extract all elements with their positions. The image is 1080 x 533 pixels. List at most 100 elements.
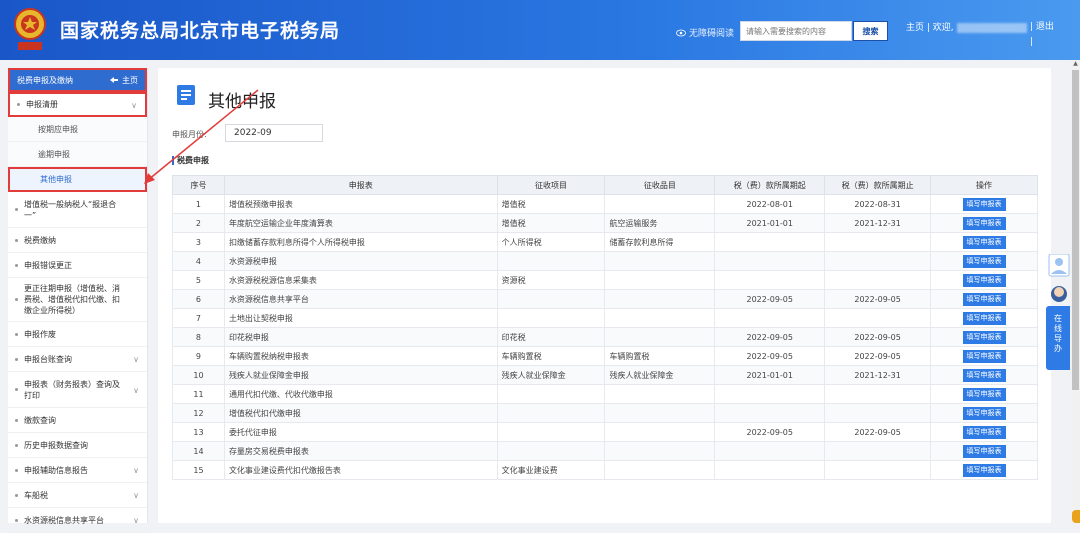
row-action-cell: 填写申报表 bbox=[930, 403, 1038, 423]
corner-badge bbox=[1072, 510, 1080, 523]
row-levy-item: 资源税 bbox=[496, 270, 606, 290]
tax-emblem-icon bbox=[14, 8, 46, 50]
table-row: 11 通用代扣代缴、代收代缴申报 填写申报表 bbox=[172, 384, 1038, 404]
row-number: 11 bbox=[172, 384, 225, 404]
row-number: 5 bbox=[172, 270, 225, 290]
row-form-name: 增值税代扣代缴申报 bbox=[223, 403, 498, 423]
table-row: 7 土地出让契税申报 填写申报表 bbox=[172, 308, 1038, 328]
row-number: 8 bbox=[172, 327, 225, 347]
row-period-start: 2022-09-05 bbox=[714, 422, 826, 442]
column-header: 申报表 bbox=[223, 175, 498, 195]
row-number: 13 bbox=[172, 422, 225, 442]
row-form-name: 委托代征申报 bbox=[223, 422, 498, 442]
table-header-row: 序号 申报表 征收项目 征收品目 税（费）款所属期起 税（费）款所属期止 操作 bbox=[172, 175, 1038, 195]
sidebar-item-ledger[interactable]: 申报台账查询 ∨ bbox=[8, 347, 147, 372]
row-levy-item: 增值税 bbox=[496, 213, 606, 233]
row-levy-subitem bbox=[604, 441, 716, 461]
row-number: 15 bbox=[172, 460, 225, 480]
row-levy-item bbox=[496, 308, 606, 328]
row-levy-item bbox=[496, 422, 606, 442]
row-number: 7 bbox=[172, 308, 225, 328]
sidebar-home-link[interactable]: 主页 bbox=[110, 75, 138, 86]
fill-form-button[interactable]: 填写申报表 bbox=[962, 235, 1006, 249]
chevron-down-icon: ∨ bbox=[133, 466, 139, 475]
row-levy-item bbox=[496, 441, 606, 461]
row-form-name: 通用代扣代缴、代收代缴申报 bbox=[223, 384, 498, 404]
row-form-name: 水资源税申报 bbox=[223, 251, 498, 271]
chevron-down-icon: ∨ bbox=[133, 385, 139, 395]
fill-form-button[interactable]: 填写申报表 bbox=[962, 463, 1006, 477]
search-button[interactable]: 搜索 bbox=[853, 21, 888, 41]
row-number: 14 bbox=[172, 441, 225, 461]
fill-form-button[interactable]: 填写申报表 bbox=[962, 273, 1006, 287]
fill-form-button[interactable]: 填写申报表 bbox=[962, 387, 1006, 401]
logout-link[interactable]: | 退出 | bbox=[1030, 20, 1054, 50]
fill-form-button[interactable]: 填写申报表 bbox=[962, 444, 1006, 458]
fill-form-button[interactable]: 填写申报表 bbox=[962, 349, 1006, 363]
fill-form-button[interactable]: 填写申报表 bbox=[962, 406, 1006, 420]
row-period-start bbox=[714, 441, 826, 461]
sidebar-item-correct-past[interactable]: 更正往期申报（增值税、消费税、增值税代扣代缴、扣缴企业所得税） bbox=[8, 278, 147, 322]
period-field[interactable]: 2022-09 bbox=[225, 124, 323, 142]
sidebar-item-aux-info[interactable]: 申报辅助信息报告 ∨ bbox=[8, 458, 147, 483]
row-number: 2 bbox=[172, 213, 225, 233]
row-levy-subitem bbox=[604, 327, 716, 347]
sidebar-item-payment-query[interactable]: 缴款查询 bbox=[8, 408, 147, 433]
row-period-end: 2022-08-31 bbox=[824, 194, 932, 214]
scrollbar-thumb[interactable] bbox=[1072, 70, 1079, 390]
row-levy-subitem bbox=[604, 460, 716, 480]
table-row: 8 印花税申报 印花税 2022-09-05 2022-09-05 填写申报表 bbox=[172, 327, 1038, 347]
row-levy-item: 文化事业建设费 bbox=[496, 460, 606, 480]
sidebar-section-title: 税费申报及缴纳 bbox=[17, 75, 73, 85]
row-period-end bbox=[824, 232, 932, 252]
sidebar-subitem-periodic[interactable]: 按期应申报 bbox=[8, 117, 147, 142]
period-label: 申报月份: bbox=[172, 130, 207, 139]
row-number: 4 bbox=[172, 251, 225, 271]
chevron-down-icon: ∨ bbox=[133, 355, 139, 364]
table-row: 1 增值税预缴申报表 增值税 2022-08-01 2022-08-31 填写申报表 bbox=[172, 194, 1038, 214]
row-period-start bbox=[714, 270, 826, 290]
sidebar-item-tax-payment[interactable]: 税费缴纳 bbox=[8, 228, 147, 253]
sidebar-item-vat-refund[interactable]: 增值税一般纳税人“报退合一” bbox=[8, 192, 147, 228]
row-period-start bbox=[714, 403, 826, 423]
fill-form-button[interactable]: 填写申报表 bbox=[962, 425, 1006, 439]
table-row: 2 年度航空运输企业年度清算表 增值税 航空运输服务 2021-01-01 2021-12… bbox=[172, 213, 1038, 233]
sidebar-item-error-correction[interactable]: 申报错误更正 bbox=[8, 253, 147, 278]
row-levy-item: 印花税 bbox=[496, 327, 606, 347]
fill-form-button[interactable]: 填写申报表 bbox=[962, 368, 1006, 382]
sidebar-item-report-query[interactable]: 申报表（财务报表）查询及打印 ∨ bbox=[8, 372, 147, 408]
row-period-start bbox=[714, 308, 826, 328]
row-period-end: 2022-09-05 bbox=[824, 422, 932, 442]
search-input[interactable] bbox=[740, 21, 852, 41]
row-form-name: 土地出让契税申报 bbox=[223, 308, 498, 328]
row-number: 3 bbox=[172, 232, 225, 252]
accessibility-link[interactable]: 无障碍阅读 bbox=[676, 26, 734, 39]
fill-form-button[interactable]: 填写申报表 bbox=[962, 254, 1006, 268]
fill-form-button[interactable]: 填写申报表 bbox=[962, 292, 1006, 306]
sidebar-item-water-tax[interactable]: 水资源税信息共享平台 ∨ bbox=[8, 508, 147, 533]
sidebar-item-declaration-list[interactable]: 申报清册 ∨ bbox=[8, 92, 147, 117]
row-action-cell: 填写申报表 bbox=[930, 251, 1038, 271]
online-guide-button[interactable]: 在线导办 bbox=[1046, 306, 1070, 370]
row-action-cell: 填写申报表 bbox=[930, 270, 1038, 290]
row-action-cell: 填写申报表 bbox=[930, 194, 1038, 214]
fill-form-button[interactable]: 填写申报表 bbox=[962, 216, 1006, 230]
row-form-name: 印花税申报 bbox=[223, 327, 498, 347]
sidebar-subitem-overdue[interactable]: 逾期申报 bbox=[8, 142, 147, 167]
sidebar-subitem-other[interactable]: 其他申报 bbox=[8, 167, 147, 192]
row-levy-item: 个人所得税 bbox=[496, 232, 606, 252]
sidebar-item-void[interactable]: 申报作废 bbox=[8, 322, 147, 347]
home-link[interactable]: 主页 bbox=[906, 23, 924, 33]
sidebar-item-history[interactable]: 历史申报数据查询 bbox=[8, 433, 147, 458]
column-header: 操作 bbox=[930, 175, 1038, 195]
row-levy-item bbox=[496, 384, 606, 404]
sidebar-item-vehicle-tax[interactable]: 车船税 ∨ bbox=[8, 483, 147, 508]
fill-form-button[interactable]: 填写申报表 bbox=[962, 330, 1006, 344]
fill-form-button[interactable]: 填写申报表 bbox=[962, 197, 1006, 211]
scroll-up-icon[interactable]: ▲ bbox=[1071, 60, 1080, 70]
row-form-name: 年度航空运输企业年度清算表 bbox=[223, 213, 498, 233]
row-levy-subitem bbox=[604, 289, 716, 309]
row-period-end bbox=[824, 251, 932, 271]
chevron-down-icon: ∨ bbox=[133, 491, 139, 500]
fill-form-button[interactable]: 填写申报表 bbox=[962, 311, 1006, 325]
